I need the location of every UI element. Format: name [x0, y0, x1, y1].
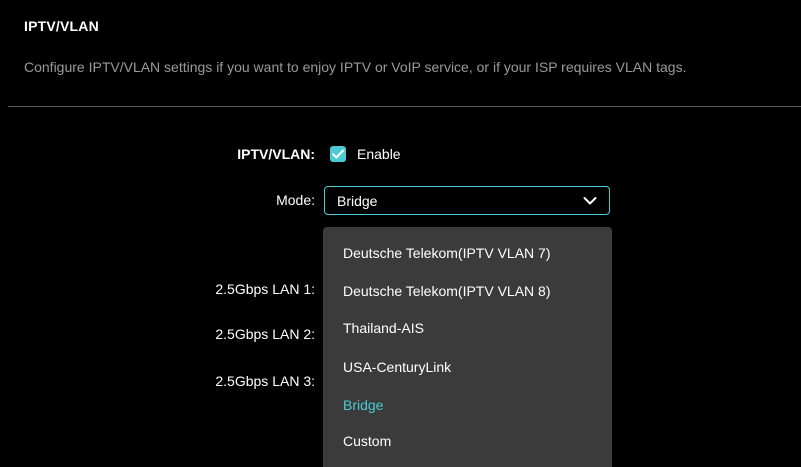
section-description: Configure IPTV/VLAN settings if you want… [24, 59, 687, 75]
mode-select[interactable]: Bridge [324, 186, 610, 215]
enable-label[interactable]: Enable [357, 146, 401, 162]
lan2-label: 2.5Gbps LAN 2: [215, 326, 315, 342]
dropdown-option-custom[interactable]: Custom [343, 433, 391, 449]
mode-dropdown-menu: Deutsche Telekom(IPTV VLAN 7) Deutsche T… [323, 227, 612, 467]
check-icon [332, 149, 344, 159]
dropdown-option-deutsche-telekom-vlan8[interactable]: Deutsche Telekom(IPTV VLAN 8) [343, 283, 551, 299]
lan1-label: 2.5Gbps LAN 1: [215, 281, 315, 297]
dropdown-option-thailand-ais[interactable]: Thailand-AIS [343, 320, 424, 336]
iptv-vlan-page: IPTV/VLAN Configure IPTV/VLAN settings i… [0, 0, 801, 467]
iptv-vlan-label: IPTV/VLAN: [237, 146, 315, 162]
chevron-down-icon [583, 197, 597, 205]
mode-select-value: Bridge [337, 193, 378, 209]
mode-label: Mode: [276, 192, 315, 208]
divider [8, 106, 801, 107]
lan3-label: 2.5Gbps LAN 3: [215, 373, 315, 389]
dropdown-option-usa-centurylink[interactable]: USA-CenturyLink [343, 359, 451, 375]
enable-checkbox[interactable] [330, 146, 346, 162]
dropdown-option-deutsche-telekom-vlan7[interactable]: Deutsche Telekom(IPTV VLAN 7) [343, 245, 551, 261]
dropdown-option-bridge[interactable]: Bridge [343, 397, 383, 413]
section-title: IPTV/VLAN [24, 18, 99, 34]
